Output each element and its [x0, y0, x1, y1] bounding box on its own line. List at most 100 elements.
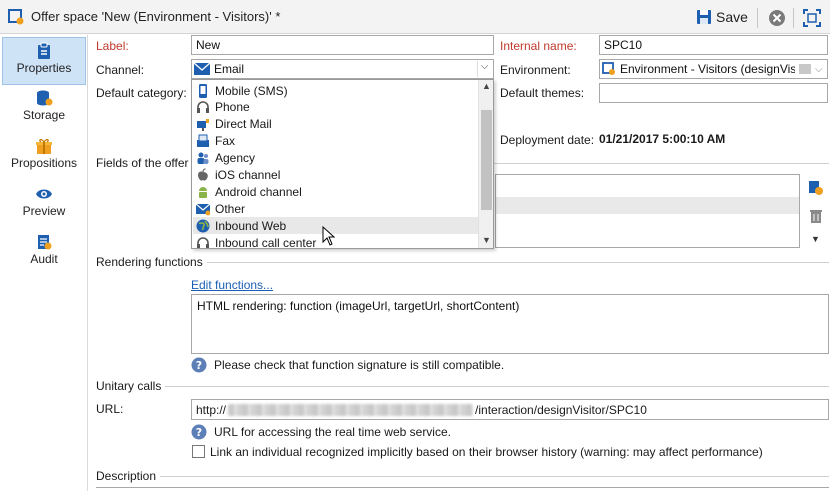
unitary-section-title: Unitary calls	[96, 379, 166, 393]
save-label: Save	[716, 9, 748, 25]
fields-list[interactable]	[495, 174, 800, 248]
chevron-down-icon[interactable]: ▼	[482, 235, 491, 245]
svg-text:?: ?	[196, 359, 202, 372]
list-item[interactable]	[496, 197, 799, 214]
toolbar-separator	[793, 8, 794, 28]
url-prefix: http://	[196, 402, 227, 417]
chevron-down-icon[interactable]: ▼	[811, 234, 820, 244]
sidebar: Properties Storage Propositions Preview	[0, 35, 88, 491]
url-label: URL:	[96, 402, 124, 416]
close-icon[interactable]	[767, 8, 787, 28]
dropdown-option-label: Agency	[215, 151, 256, 166]
internal-name-input[interactable]: SPC10	[599, 35, 828, 55]
url-input[interactable]: http:// /interaction/designVisitor/SPC10	[191, 399, 829, 420]
rendering-help-row: ? Please check that function signature i…	[191, 357, 504, 373]
section-divider	[96, 386, 829, 387]
sidebar-item-storage[interactable]: Storage	[2, 85, 86, 133]
dropdown-option-label: Other	[215, 201, 246, 216]
globe-icon	[196, 219, 210, 233]
mouse-cursor-icon	[322, 226, 336, 246]
dropdown-option[interactable]: Other	[193, 200, 478, 217]
environment-label: Environment:	[500, 63, 571, 77]
scrollbar-thumb[interactable]	[481, 110, 492, 210]
mobile-icon	[196, 83, 210, 98]
sidebar-item-preview[interactable]: Preview	[2, 181, 86, 229]
deployment-date-label: Deployment date:	[500, 133, 595, 147]
maximize-icon[interactable]	[802, 8, 822, 28]
recognize-individual-checkbox[interactable]	[192, 445, 205, 458]
label-field-label: Label:	[96, 39, 129, 53]
sidebar-item-label: Storage	[22, 108, 66, 122]
dropdown-option[interactable]: iOS channel	[193, 167, 478, 184]
rendering-section-title: Rendering functions	[96, 255, 207, 269]
channel-select[interactable]: Email ⌵	[191, 59, 494, 79]
sidebar-item-audit[interactable]: Audit	[2, 229, 86, 277]
url-help-row: ? URL for accessing the real time web se…	[191, 424, 451, 440]
internal-name-label: Internal name:	[500, 39, 577, 53]
trash-icon[interactable]	[808, 208, 824, 224]
mailbox-icon	[196, 117, 210, 132]
headset-icon	[196, 100, 210, 114]
audit-icon	[38, 235, 52, 250]
channel-label: Channel:	[96, 63, 145, 77]
folder-icon[interactable]	[799, 64, 811, 74]
sidebar-item-label: Preview	[22, 204, 66, 218]
rendering-function-text[interactable]: HTML rendering: function (imageUrl, targ…	[191, 294, 829, 354]
dropdown-option[interactable]: Agency	[193, 150, 478, 167]
label-input[interactable]: New	[191, 35, 494, 55]
help-icon: ?	[191, 424, 207, 440]
title-bar: Offer space 'New (Environment - Visitors…	[0, 0, 830, 34]
dropdown-option-label: Inbound Web	[215, 218, 287, 233]
save-button[interactable]: Save	[696, 6, 748, 28]
blurred-hostname	[228, 403, 474, 416]
fax-icon	[196, 134, 210, 148]
environment-icon	[602, 62, 615, 75]
section-divider	[96, 476, 829, 477]
default-themes-input[interactable]	[599, 83, 828, 103]
edit-functions-link[interactable]: Edit functions...	[191, 278, 273, 292]
rendering-function-value: HTML rendering: function (imageUrl, targ…	[197, 299, 520, 313]
dropdown-option[interactable]: Mobile (SMS)	[193, 82, 478, 99]
eye-icon	[36, 189, 52, 199]
sidebar-item-label: Audit	[30, 252, 58, 266]
fields-section-title: Fields of the offer	[96, 156, 193, 170]
dropdown-option-label: Inbound call center	[215, 235, 317, 249]
channel-dropdown[interactable]: Mobile (SMS) Phone Direct Mail Fax Agency iOS…	[191, 79, 494, 249]
offer-space-icon	[8, 9, 24, 25]
dropdown-option[interactable]: Phone	[193, 99, 478, 116]
sidebar-item-label: Propositions	[10, 156, 78, 170]
android-icon	[196, 185, 210, 199]
recognize-individual-label: Link an individual recognized implicitly…	[210, 445, 763, 459]
svg-text:?: ?	[196, 426, 202, 439]
toolbar-separator	[757, 8, 758, 28]
dropdown-option[interactable]: Android channel	[193, 183, 478, 200]
dropdown-option[interactable]: Direct Mail	[193, 116, 478, 133]
description-section-title: Description	[96, 469, 161, 483]
chevron-down-icon[interactable]: ⌵	[815, 64, 823, 75]
database-icon	[37, 90, 53, 106]
chevron-up-icon[interactable]: ▲	[482, 81, 491, 91]
dropdown-scrollbar[interactable]: ▲ ▼	[478, 80, 493, 248]
dropdown-option-label: Android channel	[215, 184, 302, 199]
default-category-label: Default category:	[96, 86, 187, 100]
channel-value: Email	[214, 62, 245, 76]
dropdown-option[interactable]: Fax	[193, 133, 478, 150]
dropdown-option-label: Fax	[215, 134, 236, 149]
envelope-icon	[196, 202, 210, 216]
environment-select[interactable]: Environment - Visitors (designVis ⌵	[599, 59, 828, 79]
apple-icon	[196, 168, 210, 182]
help-icon: ?	[191, 357, 207, 373]
add-field-icon[interactable]	[808, 180, 824, 196]
sidebar-item-propositions[interactable]: Propositions	[2, 133, 86, 181]
sidebar-item-label: Properties	[16, 61, 72, 75]
url-suffix: /interaction/designVisitor/SPC10	[475, 402, 647, 417]
url-help-text: URL for accessing the real time web serv…	[214, 425, 451, 439]
dropdown-option-label: Direct Mail	[215, 117, 272, 132]
sidebar-item-properties[interactable]: Properties	[2, 37, 86, 85]
environment-value: Environment - Visitors (designVis	[620, 62, 795, 76]
window-title: Offer space 'New (Environment - Visitors…	[31, 9, 281, 24]
description-input[interactable]	[96, 487, 829, 491]
envelope-icon	[194, 63, 210, 75]
floppy-disk-icon	[697, 10, 711, 24]
chevron-down-icon[interactable]: ⌵	[477, 61, 491, 77]
